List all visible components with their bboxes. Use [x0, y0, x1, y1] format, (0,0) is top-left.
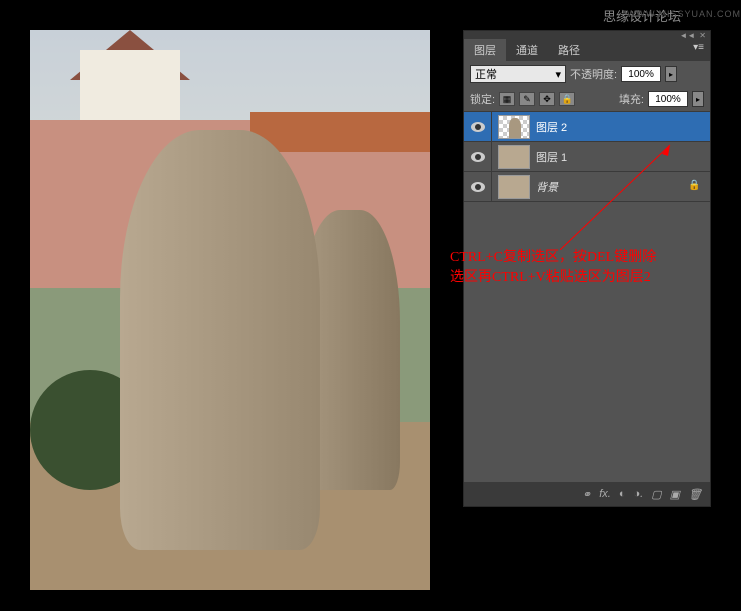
canvas-image[interactable] [30, 30, 430, 590]
layer-row[interactable]: 背景 🔒 [464, 172, 710, 202]
panel-footer: ⚭ fx. ◐ ◑. ▢ ▣ 🗑 [464, 482, 710, 506]
new-group-icon[interactable]: ▢ [651, 488, 661, 501]
lock-pixels-icon[interactable]: ✎ [519, 92, 535, 106]
annotation-text: CTRL+C复制选区，按DEL键删除 选区再CTRL+V粘贴选区为图层2 [450, 248, 656, 287]
lock-label: 锁定: [470, 91, 495, 107]
panel-empty-area [464, 202, 710, 482]
eye-icon [471, 122, 485, 132]
layer-row[interactable]: 图层 2 [464, 112, 710, 142]
blend-mode-row: 正常 ▾ 不透明度: 100% ▸ [464, 61, 710, 87]
layer-row[interactable]: 图层 1 [464, 142, 710, 172]
layers-list: 图层 2 图层 1 背景 🔒 [464, 112, 710, 202]
chevron-down-icon: ▾ [555, 68, 561, 81]
fill-arrow-icon[interactable]: ▸ [692, 91, 704, 107]
tab-channels[interactable]: 通道 [506, 39, 548, 61]
panel-menu-icon[interactable]: ▾≡ [687, 39, 710, 61]
layer-thumbnail[interactable] [498, 175, 530, 199]
layer-thumbnail[interactable] [498, 115, 530, 139]
tab-layers[interactable]: 图层 [464, 39, 506, 61]
delete-layer-icon[interactable]: 🗑 [688, 488, 702, 501]
lock-icon: 🔒 [688, 180, 702, 194]
annotation-line1: CTRL+C复制选区，按DEL键删除 [450, 248, 656, 268]
layer-thumbnail[interactable] [498, 145, 530, 169]
layer-style-icon[interactable]: fx. [599, 488, 611, 500]
eye-icon [471, 152, 485, 162]
adjustment-layer-icon[interactable]: ◑. [634, 488, 644, 500]
visibility-toggle[interactable] [464, 172, 492, 201]
layer-name[interactable]: 图层 1 [536, 149, 710, 165]
panel-top-bar: ◄◄ ✕ [464, 31, 710, 39]
image-statue-front [120, 130, 320, 550]
lock-transparent-icon[interactable]: ▦ [499, 92, 515, 106]
lock-position-icon[interactable]: ✥ [539, 92, 555, 106]
lock-all-icon[interactable]: 🔒 [559, 92, 575, 106]
fill-label: 填充: [619, 91, 644, 107]
blend-mode-select[interactable]: 正常 ▾ [470, 65, 566, 83]
link-layers-icon[interactable]: ⚭ [582, 488, 591, 501]
visibility-toggle[interactable] [464, 112, 492, 141]
blend-mode-value: 正常 [475, 66, 497, 82]
lock-row: 锁定: ▦ ✎ ✥ 🔒 填充: 100% ▸ [464, 87, 710, 112]
layer-mask-icon[interactable]: ◐ [619, 488, 626, 500]
eye-icon [471, 182, 485, 192]
opacity-input[interactable]: 100% [621, 66, 661, 82]
image-tiles [250, 112, 430, 152]
layer-name[interactable]: 背景 [536, 179, 688, 195]
image-house [80, 50, 180, 130]
visibility-toggle[interactable] [464, 142, 492, 171]
new-layer-icon[interactable]: ▣ [670, 488, 680, 501]
annotation-line2: 选区再CTRL+V粘贴选区为图层2 [450, 268, 656, 288]
panel-tabs: 图层 通道 路径 ▾≡ [464, 39, 710, 61]
watermark-url: WWW.MISSYUAN.COM [627, 9, 741, 19]
opacity-arrow-icon[interactable]: ▸ [665, 66, 677, 82]
fill-input[interactable]: 100% [648, 91, 688, 107]
lock-icons-group: ▦ ✎ ✥ 🔒 [499, 92, 575, 106]
tab-paths[interactable]: 路径 [548, 39, 590, 61]
opacity-label: 不透明度: [570, 66, 617, 82]
layer-name[interactable]: 图层 2 [536, 119, 710, 135]
